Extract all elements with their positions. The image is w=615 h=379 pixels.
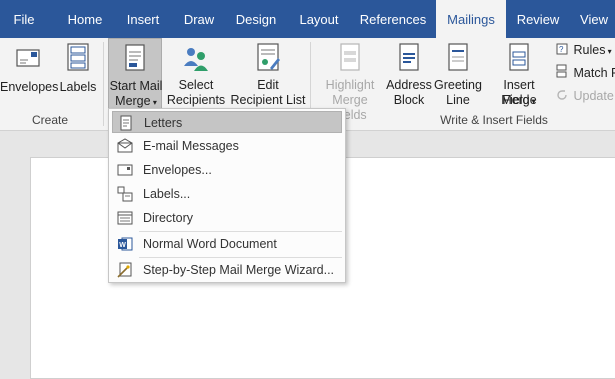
envelopes-button[interactable]: Envelopes xyxy=(0,40,59,110)
labels-icon xyxy=(117,186,133,202)
menu-separator xyxy=(139,257,342,258)
highlight-merge-fields-line1: Highlight xyxy=(325,78,375,92)
labels-label: Labels xyxy=(59,80,97,94)
tab-references[interactable]: References xyxy=(356,0,430,38)
address-block-icon xyxy=(399,43,419,71)
chevron-down-icon: ▾ xyxy=(150,98,157,107)
highlight-fields-icon xyxy=(340,43,360,71)
edit-list-icon xyxy=(257,43,280,71)
tab-home[interactable]: Home xyxy=(56,0,114,38)
labels-button[interactable]: Labels xyxy=(58,40,98,110)
select-recipients-button[interactable]: Select Recipients ▾ xyxy=(164,40,228,122)
letter-icon xyxy=(120,115,132,131)
ribbon-tab-bar: File Home Insert Draw Design Layout Refe… xyxy=(0,0,615,38)
chevron-down-icon: ▾ xyxy=(605,47,612,56)
tab-view[interactable]: View xyxy=(574,0,614,38)
group-label-write-insert-fields: Write & Insert Fields xyxy=(440,113,548,127)
greeting-line-button[interactable]: Greeting Line xyxy=(433,40,483,110)
group-separator xyxy=(103,42,104,126)
menu-item-labels[interactable]: Labels... xyxy=(112,183,342,205)
labels-icon xyxy=(67,43,89,71)
chevron-down-icon: ▾ xyxy=(529,97,536,106)
menu-item-normal-word-document[interactable]: W Normal Word Document xyxy=(112,233,342,255)
menu-separator xyxy=(139,231,342,232)
address-block-line2: Block xyxy=(393,93,425,107)
email-icon xyxy=(117,138,133,153)
greeting-line-icon xyxy=(448,43,468,71)
svg-text:W: W xyxy=(119,242,126,249)
insert-merge-field-button[interactable]: Insert Merge Field ▾ xyxy=(484,40,554,110)
wizard-icon xyxy=(117,262,132,278)
select-recipients-line1: Select xyxy=(178,78,214,92)
document-icon xyxy=(125,44,145,71)
tab-draw[interactable]: Draw xyxy=(176,0,222,38)
envelopes-label: Envelopes xyxy=(0,80,59,94)
tab-insert[interactable]: Insert xyxy=(118,0,168,38)
tab-file[interactable]: File xyxy=(0,0,48,38)
start-mail-merge-line1: Start Mail xyxy=(109,79,163,93)
refresh-icon xyxy=(556,87,570,107)
insert-field-icon xyxy=(509,43,529,71)
insert-merge-field-line2: Field ▾ xyxy=(502,93,536,107)
group-label-create: Create xyxy=(31,113,69,127)
menu-item-email-messages[interactable]: E-mail Messages xyxy=(112,135,342,157)
menu-item-directory[interactable]: Directory xyxy=(112,207,342,229)
menu-item-mail-merge-wizard[interactable]: Step-by-Step Mail Merge Wizard... xyxy=(112,259,342,281)
menu-item-letters[interactable]: Letters xyxy=(112,111,342,133)
tab-layout[interactable]: Layout xyxy=(292,0,346,38)
edit-recipient-list-button[interactable]: Edit Recipient List xyxy=(230,40,306,110)
word-doc-icon: W xyxy=(118,237,133,251)
start-mail-merge-dropdown: Letters E-mail Messages Envelopes... Lab… xyxy=(108,108,346,283)
address-block-line1: Address xyxy=(386,78,432,92)
envelope-icon xyxy=(16,49,40,67)
tab-review[interactable]: Review xyxy=(512,0,564,38)
highlight-merge-fields-button[interactable]: Highlight Merge Fields xyxy=(314,40,386,122)
update-labels-button[interactable]: Update xyxy=(556,86,614,106)
start-mail-merge-button[interactable]: Start Mail Merge ▾ xyxy=(108,38,162,110)
people-icon xyxy=(184,48,208,71)
menu-item-envelopes[interactable]: Envelopes... xyxy=(112,159,342,181)
edit-recipient-list-line2: Recipient List xyxy=(230,93,306,107)
edit-recipient-list-line1: Edit xyxy=(257,78,279,92)
greeting-line-line1: Greeting xyxy=(434,78,482,92)
tab-mailings[interactable]: Mailings xyxy=(436,0,506,38)
envelope-icon xyxy=(117,164,133,176)
svg-text:?: ? xyxy=(559,45,564,54)
match-fields-button[interactable]: Match F xyxy=(556,63,615,83)
tab-design[interactable]: Design xyxy=(230,0,282,38)
rules-icon: ? xyxy=(556,41,570,61)
address-block-button[interactable]: Address Block xyxy=(386,40,432,110)
greeting-line-line2: Line xyxy=(446,93,470,107)
rules-button[interactable]: ? Rules ▾ xyxy=(556,40,612,60)
match-fields-icon xyxy=(556,64,570,84)
directory-icon xyxy=(117,211,133,225)
